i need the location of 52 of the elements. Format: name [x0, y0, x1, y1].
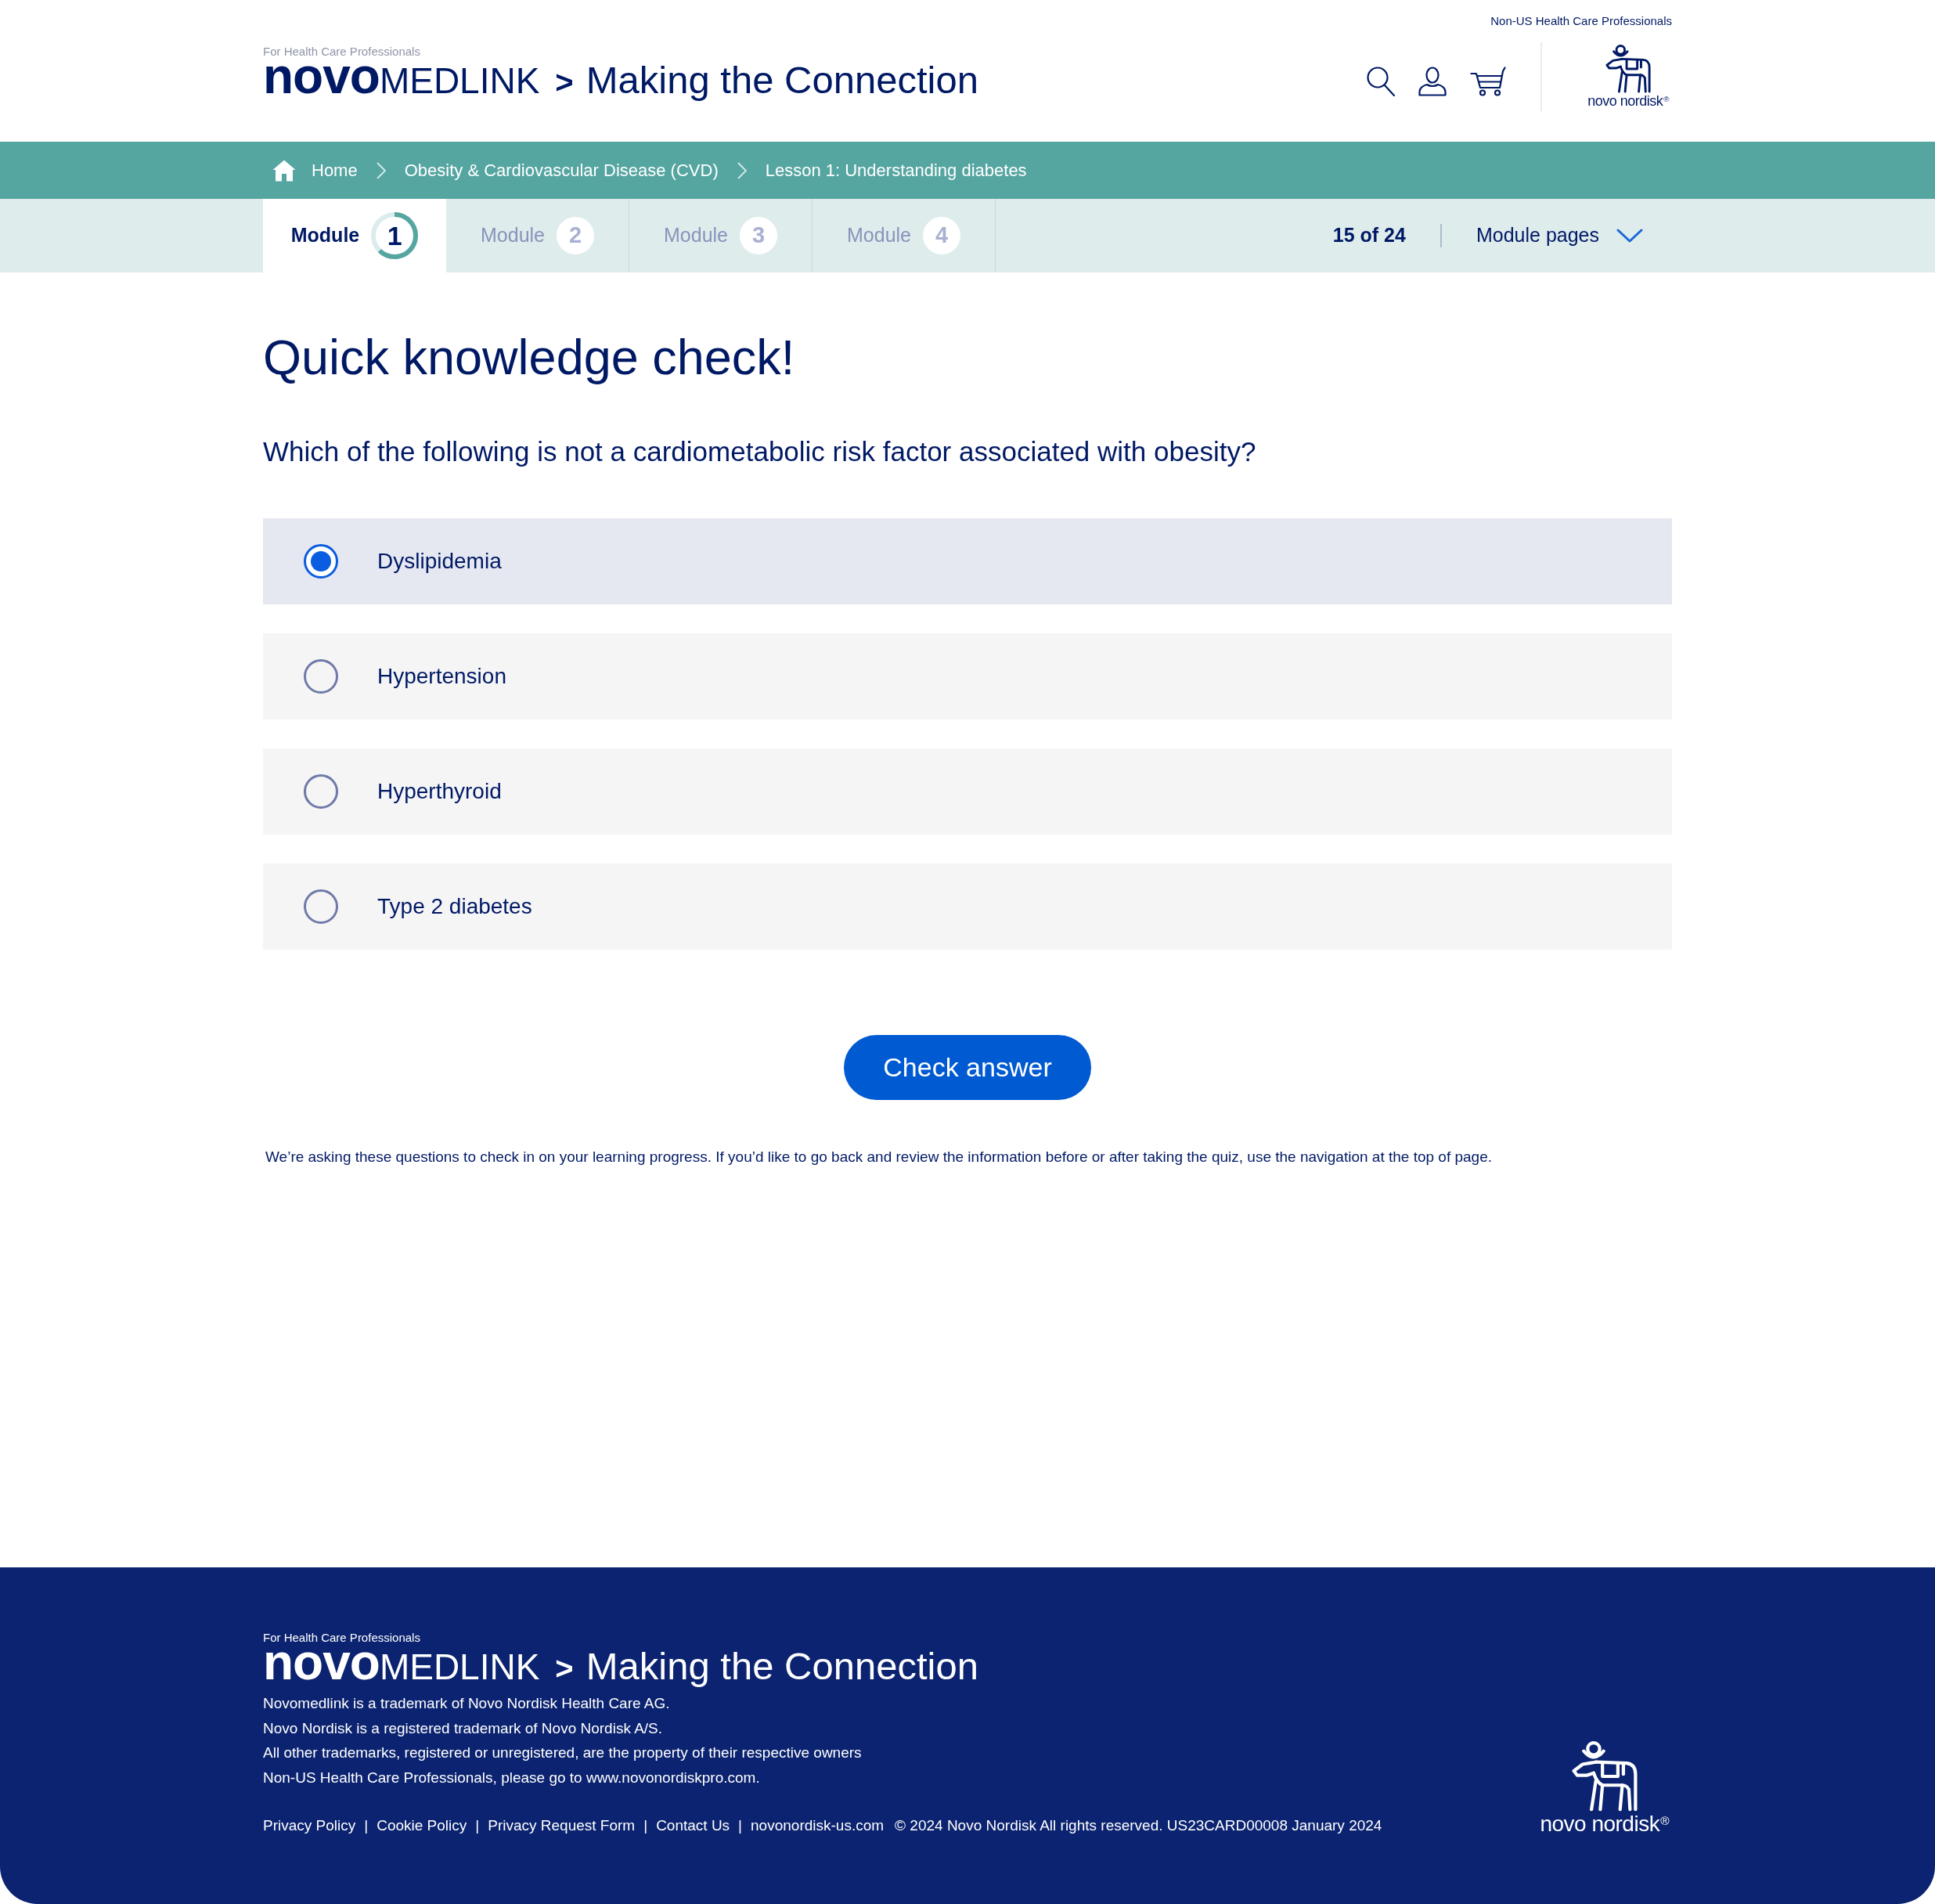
chevron-right-icon	[376, 161, 386, 179]
module-number: 3	[740, 217, 777, 254]
page-counter: 15 of 24	[1332, 223, 1406, 248]
footer-link[interactable]: Privacy Request Form	[488, 1816, 636, 1835]
home-icon	[272, 159, 296, 182]
link-separator: |	[643, 1816, 648, 1835]
page-title: Quick knowledge check!	[263, 329, 796, 386]
chevron-right-icon	[737, 161, 747, 179]
answer-option[interactable]: Type 2 diabetes	[263, 864, 1672, 950]
trademark-notice: Non-US Health Care Professionals, please go to www.novonordiskpro.com.	[263, 1768, 760, 1787]
module-pages-dropdown[interactable]: Module pages	[1476, 221, 1643, 251]
radio-button[interactable]	[304, 544, 338, 579]
user-icon[interactable]	[1418, 67, 1447, 96]
answer-option[interactable]: Hypertension	[263, 633, 1672, 719]
copyright-text: © 2024 Novo Nordisk All rights reserved. US23CARD00008 January 2024	[895, 1816, 1382, 1835]
check-answer-button[interactable]: Check answer	[844, 1035, 1091, 1100]
bull-logo-icon	[1604, 44, 1653, 93]
radio-button[interactable]	[304, 774, 338, 809]
chevron-down-icon	[1616, 229, 1643, 243]
link-separator: |	[738, 1816, 743, 1835]
search-icon[interactable]	[1367, 67, 1396, 96]
answer-option[interactable]: Hyperthyroid	[263, 748, 1672, 835]
footer-link[interactable]: novonordisk-us.com	[751, 1816, 885, 1835]
title-separator: >	[555, 1650, 574, 1687]
module-tab[interactable]: Module 1	[263, 199, 446, 272]
site-title: Making the Connection	[586, 58, 978, 102]
question-text: Which of the following is not a cardiometabolic risk factor associated with obesity?	[263, 435, 1257, 468]
trademark-notice: All other trademarks, registered or unregistered, are the property of their respective owners	[263, 1744, 862, 1762]
cart-icon[interactable]	[1470, 67, 1507, 96]
quiz-note: We’re asking these questions to check in on your learning progress. If you’d like to go back and review the information before or after taking the quiz, use the navigation at the top of page.	[265, 1148, 1494, 1167]
site-title: Making the Connection	[586, 1644, 978, 1688]
brand-wordmark[interactable]: novoMEDLINK	[263, 1646, 540, 1682]
logo-tagline: For Health Care Professionals	[263, 1632, 420, 1644]
module-number: 4	[923, 217, 960, 254]
brand-name: novo nordisk$^{®}$	[1540, 1812, 1669, 1837]
logo-tagline: For Health Care Professionals	[263, 45, 420, 58]
footer-link[interactable]: Contact Us	[656, 1816, 730, 1835]
trademark-notice: Novomedlink is a trademark of Novo Nordisk Health Care AG.	[263, 1694, 670, 1713]
brand-name: novo nordisk$^{®}$	[1587, 92, 1669, 110]
footer-link[interactable]: Privacy Policy	[263, 1816, 356, 1835]
link-separator: |	[364, 1816, 369, 1835]
radio-button[interactable]	[304, 659, 338, 694]
radio-button[interactable]	[304, 889, 338, 924]
module-number: 2	[557, 217, 594, 254]
brand-wordmark[interactable]: novoMEDLINK	[263, 60, 540, 96]
title-separator: >	[555, 64, 574, 101]
trademark-notice: Novo Nordisk is a registered trademark of Novo Nordisk A/S.	[263, 1718, 663, 1738]
non-us-hcp-link[interactable]: Non-US Health Care Professionals	[1490, 14, 1672, 28]
link-separator: |	[475, 1816, 480, 1835]
answer-option[interactable]: Dyslipidemia	[263, 518, 1672, 604]
module-number: 1	[386, 223, 403, 248]
footer-link[interactable]: Cookie Policy	[377, 1816, 467, 1835]
